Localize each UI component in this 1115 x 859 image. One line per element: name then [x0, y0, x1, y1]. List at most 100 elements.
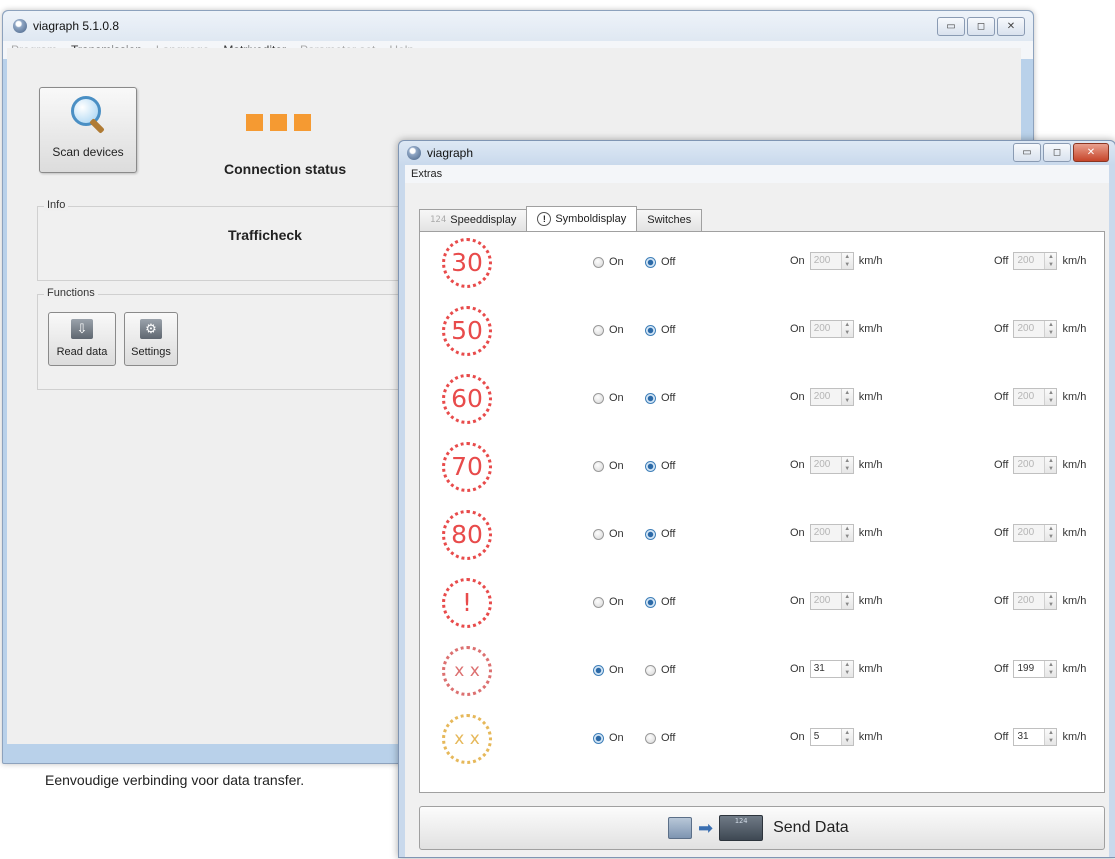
- on-speed-spinner[interactable]: On 200 ▲ ▼ km/h: [790, 388, 883, 406]
- radio-off-indicator[interactable]: [645, 256, 656, 268]
- on-speed-spinner[interactable]: On 200 ▲ ▼ km/h: [790, 252, 883, 270]
- settings-button[interactable]: ⚙ Settings: [124, 312, 178, 366]
- off-speed-value[interactable]: 199: [1014, 661, 1044, 677]
- off-speed-value[interactable]: 200: [1014, 525, 1044, 541]
- off-speed-spinner[interactable]: Off 200 ▲ ▼ km/h: [994, 524, 1086, 542]
- on-speed-spinner[interactable]: On 200 ▲ ▼ km/h: [790, 320, 883, 338]
- off-speed-spinner[interactable]: Off 200 ▲ ▼ km/h: [994, 592, 1086, 610]
- off-speed-spinner[interactable]: Off 200 ▲ ▼ km/h: [994, 252, 1086, 270]
- radio-off-indicator[interactable]: [645, 460, 656, 472]
- spinner-arrows-icon[interactable]: ▲ ▼: [840, 525, 853, 541]
- radio-on-indicator[interactable]: [593, 596, 604, 608]
- off-speed-value[interactable]: 200: [1014, 321, 1044, 337]
- off-speed-input[interactable]: 200 ▲ ▼: [1013, 456, 1058, 474]
- radio-off-indicator[interactable]: [645, 596, 656, 608]
- menu-extras[interactable]: Extras: [411, 168, 442, 180]
- spinner-arrows-icon[interactable]: ▲ ▼: [1044, 321, 1057, 337]
- radio-on[interactable]: On: [593, 732, 624, 744]
- on-speed-spinner[interactable]: On 31 ▲ ▼ km/h: [790, 660, 883, 678]
- on-speed-value[interactable]: 5: [811, 729, 841, 745]
- on-speed-input[interactable]: 200 ▲ ▼: [809, 320, 854, 338]
- off-speed-input[interactable]: 200 ▲ ▼: [1013, 524, 1058, 542]
- dialog-minimize-button[interactable]: ▭: [1013, 143, 1041, 162]
- on-speed-spinner[interactable]: On 200 ▲ ▼ km/h: [790, 456, 883, 474]
- spinner-arrows-icon[interactable]: ▲ ▼: [840, 661, 853, 677]
- radio-on-indicator[interactable]: [593, 324, 604, 336]
- off-speed-value[interactable]: 200: [1014, 389, 1044, 405]
- spinner-arrows-icon[interactable]: ▲ ▼: [1044, 253, 1057, 269]
- radio-on[interactable]: On: [593, 528, 624, 540]
- maximize-button[interactable]: ◻: [967, 17, 995, 36]
- on-speed-value[interactable]: 200: [811, 253, 841, 269]
- spinner-arrows-icon[interactable]: ▲ ▼: [1044, 457, 1057, 473]
- radio-off-indicator[interactable]: [645, 392, 656, 404]
- spinner-arrows-icon[interactable]: ▲ ▼: [840, 457, 853, 473]
- radio-on[interactable]: On: [593, 256, 624, 268]
- radio-on-indicator[interactable]: [593, 256, 604, 268]
- spinner-arrows-icon[interactable]: ▲ ▼: [1044, 661, 1057, 677]
- radio-off[interactable]: Off: [645, 460, 675, 472]
- on-speed-value[interactable]: 200: [811, 389, 841, 405]
- radio-on-indicator[interactable]: [593, 528, 604, 540]
- on-speed-value[interactable]: 200: [811, 593, 841, 609]
- radio-off[interactable]: Off: [645, 528, 675, 540]
- on-speed-input[interactable]: 200 ▲ ▼: [809, 252, 854, 270]
- close-button[interactable]: ✕: [997, 17, 1025, 36]
- minimize-button[interactable]: ▭: [937, 17, 965, 36]
- scan-devices-button[interactable]: Scan devices: [39, 87, 137, 173]
- on-speed-value[interactable]: 31: [811, 661, 841, 677]
- read-data-button[interactable]: ⇩ Read data: [48, 312, 116, 366]
- on-speed-input[interactable]: 200 ▲ ▼: [809, 456, 854, 474]
- radio-off-indicator[interactable]: [645, 732, 656, 744]
- dialog-close-button[interactable]: ✕: [1073, 143, 1109, 162]
- spinner-arrows-icon[interactable]: ▲ ▼: [1044, 593, 1057, 609]
- radio-on[interactable]: On: [593, 596, 624, 608]
- on-speed-value[interactable]: 200: [811, 321, 841, 337]
- off-speed-spinner[interactable]: Off 200 ▲ ▼ km/h: [994, 456, 1086, 474]
- off-speed-value[interactable]: 200: [1014, 253, 1044, 269]
- radio-on[interactable]: On: [593, 392, 624, 404]
- on-speed-spinner[interactable]: On 200 ▲ ▼ km/h: [790, 524, 883, 542]
- radio-off[interactable]: Off: [645, 732, 675, 744]
- radio-off-indicator[interactable]: [645, 324, 656, 336]
- spinner-arrows-icon[interactable]: ▲ ▼: [1044, 729, 1057, 745]
- tab-switches[interactable]: Switches: [636, 209, 703, 231]
- on-speed-input[interactable]: 200 ▲ ▼: [809, 524, 854, 542]
- off-speed-input[interactable]: 200 ▲ ▼: [1013, 320, 1058, 338]
- dialog-titlebar[interactable]: viagraph ▭ ◻ ✕: [399, 141, 1115, 165]
- main-titlebar[interactable]: viagraph 5.1.0.8 ▭ ◻ ✕: [3, 11, 1033, 41]
- radio-on[interactable]: On: [593, 324, 624, 336]
- off-speed-value[interactable]: 200: [1014, 593, 1044, 609]
- off-speed-spinner[interactable]: Off 200 ▲ ▼ km/h: [994, 388, 1086, 406]
- radio-off[interactable]: Off: [645, 392, 675, 404]
- off-speed-spinner[interactable]: Off 31 ▲ ▼ km/h: [994, 728, 1086, 746]
- tab-symboldisplay[interactable]: ! Symboldisplay: [526, 206, 638, 231]
- radio-on-indicator[interactable]: [593, 460, 604, 472]
- off-speed-spinner[interactable]: Off 199 ▲ ▼ km/h: [994, 660, 1086, 678]
- radio-off[interactable]: Off: [645, 664, 675, 676]
- on-speed-spinner[interactable]: On 5 ▲ ▼ km/h: [790, 728, 883, 746]
- on-speed-input[interactable]: 5 ▲ ▼: [809, 728, 854, 746]
- tab-speeddisplay[interactable]: 124 Speeddisplay: [419, 209, 528, 231]
- radio-on-indicator[interactable]: [593, 392, 604, 404]
- radio-off[interactable]: Off: [645, 256, 675, 268]
- off-speed-input[interactable]: 31 ▲ ▼: [1013, 728, 1058, 746]
- radio-off-indicator[interactable]: [645, 664, 656, 676]
- off-speed-value[interactable]: 200: [1014, 457, 1044, 473]
- off-speed-input[interactable]: 200 ▲ ▼: [1013, 592, 1058, 610]
- spinner-arrows-icon[interactable]: ▲ ▼: [840, 321, 853, 337]
- dialog-maximize-button[interactable]: ◻: [1043, 143, 1071, 162]
- off-speed-input[interactable]: 200 ▲ ▼: [1013, 252, 1058, 270]
- on-speed-value[interactable]: 200: [811, 525, 841, 541]
- radio-off[interactable]: Off: [645, 596, 675, 608]
- on-speed-input[interactable]: 31 ▲ ▼: [809, 660, 854, 678]
- radio-on[interactable]: On: [593, 460, 624, 472]
- radio-on[interactable]: On: [593, 664, 624, 676]
- off-speed-spinner[interactable]: Off 200 ▲ ▼ km/h: [994, 320, 1086, 338]
- on-speed-spinner[interactable]: On 200 ▲ ▼ km/h: [790, 592, 883, 610]
- on-speed-input[interactable]: 200 ▲ ▼: [809, 388, 854, 406]
- off-speed-input[interactable]: 199 ▲ ▼: [1013, 660, 1058, 678]
- off-speed-input[interactable]: 200 ▲ ▼: [1013, 388, 1058, 406]
- spinner-arrows-icon[interactable]: ▲ ▼: [840, 729, 853, 745]
- spinner-arrows-icon[interactable]: ▲ ▼: [840, 593, 853, 609]
